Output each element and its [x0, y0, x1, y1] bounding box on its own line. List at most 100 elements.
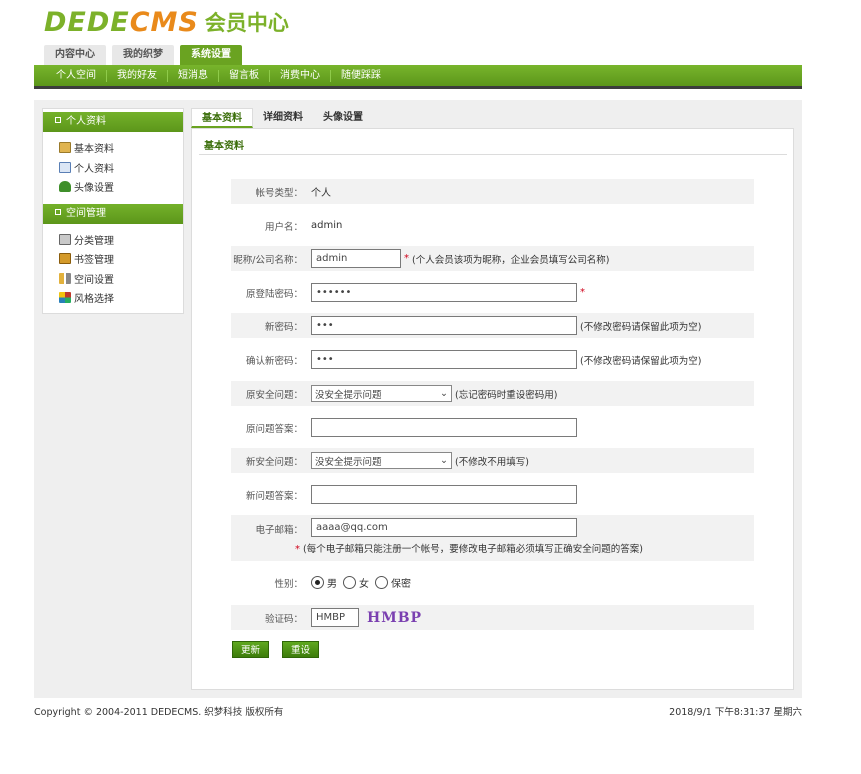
row-captcha: 验证码： HMBP [231, 605, 754, 630]
gender-option-female[interactable]: 女 [343, 575, 369, 590]
field-label: 昵称/公司名称： [233, 254, 303, 266]
row-gender: 性别： 男 女 保密 [231, 570, 754, 595]
row-new-password: 新密码： (不修改密码请保留此项为空) [231, 313, 754, 338]
top-tab-my-dream[interactable]: 我的织梦 [112, 45, 174, 65]
tab-basic-info[interactable]: 基本资料 [191, 108, 253, 128]
row-new-question: 新安全问题： 没安全提示问题 ⌄ (不修改不用填写) [231, 448, 754, 473]
field-label: 原登陆密码： [245, 288, 303, 300]
new-password-input[interactable] [311, 316, 577, 335]
old-answer-input[interactable] [311, 418, 577, 437]
radio-checked-icon [311, 576, 324, 589]
email-input[interactable] [311, 518, 577, 537]
sidebar-group-personal[interactable]: 个人资料 [43, 112, 183, 132]
subnav-guestbook[interactable]: 留言板 [218, 69, 269, 82]
sidebar-item-style[interactable]: 风格选择 [59, 288, 183, 308]
logo-text-cms: CMS [129, 6, 199, 38]
field-label: 确认新密码： [245, 355, 303, 367]
sidebar-item-label: 基本资料 [74, 144, 114, 156]
gender-option-male[interactable]: 男 [311, 575, 337, 590]
main-area: 个人资料 基本资料 个人资料 头像设置 空间管理 分类管理 书签管理 空间设置 … [34, 100, 802, 698]
field-label: 新安全问题： [245, 456, 303, 468]
sidebar-item-personal-info[interactable]: 个人资料 [59, 158, 183, 178]
subnav-consumption[interactable]: 消费中心 [269, 69, 330, 82]
field-label: 原安全问题： [245, 389, 303, 401]
old-question-select[interactable]: 没安全提示问题 ⌄ [311, 385, 452, 402]
subnav-my-friends[interactable]: 我的好友 [106, 69, 167, 82]
field-label: 验证码： [264, 613, 303, 625]
sidebar-item-bookmarks[interactable]: 书签管理 [59, 249, 183, 269]
section-divider [199, 154, 787, 155]
bookmark-icon [59, 253, 71, 265]
required-mark: * [580, 287, 585, 298]
sidebar-item-label: 分类管理 [74, 235, 114, 247]
sidebar-item-label: 书签管理 [74, 255, 114, 267]
username-value: admin [311, 220, 343, 231]
content-panel: 基本资料 帐号类型： 个人 用户名： admin 昵称/公司名称： * (个人会… [191, 128, 794, 690]
sidebar-group-title: 个人资料 [66, 116, 106, 127]
tab-avatar-settings[interactable]: 头像设置 [313, 108, 373, 128]
hierarchy-icon [59, 233, 71, 245]
sidebar-item-space-settings[interactable]: 空间设置 [59, 269, 183, 289]
gender-option-secret[interactable]: 保密 [375, 575, 411, 590]
update-button[interactable]: 更新 [232, 641, 270, 658]
content-tabs: 基本资料 详细资料 头像设置 [191, 108, 373, 128]
field-label: 原问题答案： [245, 423, 303, 435]
required-mark: * [295, 544, 300, 555]
nickname-hint: (个人会员该项为昵称，企业会员填写公司名称) [412, 254, 610, 266]
confirm-password-input[interactable] [311, 350, 577, 369]
top-tab-system-settings[interactable]: 系统设置 [180, 45, 242, 65]
old-question-selected: 没安全提示问题 [315, 389, 382, 401]
subnav-personal-space[interactable]: 个人空间 [46, 70, 106, 82]
captcha-input[interactable] [311, 608, 359, 627]
new-question-hint: (不修改不用填写) [455, 456, 529, 468]
new-password-hint: (不修改密码请保留此项为空) [580, 321, 702, 333]
new-question-select[interactable]: 没安全提示问题 ⌄ [311, 452, 452, 469]
field-label: 新密码： [264, 321, 303, 333]
new-answer-input[interactable] [311, 485, 577, 504]
email-note-text: (每个电子邮箱只能注册一个帐号，要修改电子邮箱必须填写正确安全问题的答案) [303, 544, 643, 555]
footer-copyright: Copyright © 2004-2011 DEDECMS. 织梦科技 版权所有 [34, 707, 284, 718]
sidebar-item-basic-info[interactable]: 基本资料 [59, 138, 183, 158]
radio-label: 女 [359, 579, 369, 590]
row-old-answer: 原问题答案： [231, 415, 754, 440]
account-type-value: 个人 [311, 188, 331, 199]
row-new-answer: 新问题答案： [231, 482, 754, 507]
top-tab-content-center[interactable]: 内容中心 [44, 45, 106, 65]
captcha-glyphs: HMBP [367, 609, 423, 626]
subnav-browse[interactable]: 随便踩踩 [330, 69, 391, 82]
logo-text-dede: DEDE [44, 6, 130, 38]
sidebar-list-space: 分类管理 书签管理 空间设置 风格选择 [43, 224, 183, 312]
nickname-input[interactable] [311, 249, 401, 268]
sidebar-item-categories[interactable]: 分类管理 [59, 230, 183, 250]
sidebar-item-label: 头像设置 [74, 183, 114, 195]
sidebar-list-personal: 基本资料 个人资料 头像设置 [43, 132, 183, 201]
reset-button[interactable]: 重设 [282, 641, 320, 658]
subnav-messages[interactable]: 短消息 [167, 69, 218, 82]
chevron-down-icon: ⌄ [440, 388, 448, 399]
old-password-input[interactable] [311, 283, 577, 302]
sub-navigation: 个人空间 我的好友 短消息 留言板 消费中心 随便踩踩 [34, 65, 802, 89]
row-account-type: 帐号类型： 个人 [231, 179, 754, 204]
user-icon [59, 181, 71, 193]
captcha-image[interactable]: HMBP [367, 610, 422, 626]
confirm-password-hint: (不修改密码请保留此项为空) [580, 355, 702, 367]
sidebar-item-avatar[interactable]: 头像设置 [59, 177, 183, 197]
radio-label: 男 [327, 579, 337, 590]
sidebar-group-space[interactable]: 空间管理 [43, 203, 183, 224]
email-note: * (每个电子邮箱只能注册一个帐号，要修改电子邮箱必须填写正确安全问题的答案) [295, 541, 643, 555]
field-label: 新问题答案： [245, 490, 303, 502]
sidebar-group-title: 空间管理 [66, 207, 106, 219]
tab-detailed-info[interactable]: 详细资料 [253, 108, 313, 128]
field-label: 用户名： [264, 221, 303, 233]
sidebar-item-label: 风格选择 [74, 294, 114, 306]
logo: DEDE CMS 会员中心 [44, 6, 289, 38]
row-confirm-password: 确认新密码： (不修改密码请保留此项为空) [231, 347, 754, 372]
id-card-icon [59, 161, 71, 173]
row-nickname: 昵称/公司名称： * (个人会员该项为昵称，企业会员填写公司名称) [231, 246, 754, 271]
sidebar-item-label: 个人资料 [74, 163, 114, 175]
logo-subtitle: 会员中心 [204, 11, 289, 35]
row-old-question: 原安全问题： 没安全提示问题 ⌄ (忘记密码时重设密码用) [231, 381, 754, 406]
top-tabs: 内容中心 我的织梦 系统设置 [44, 45, 242, 65]
radio-label: 保密 [391, 579, 411, 590]
row-username: 用户名： admin [231, 213, 754, 238]
